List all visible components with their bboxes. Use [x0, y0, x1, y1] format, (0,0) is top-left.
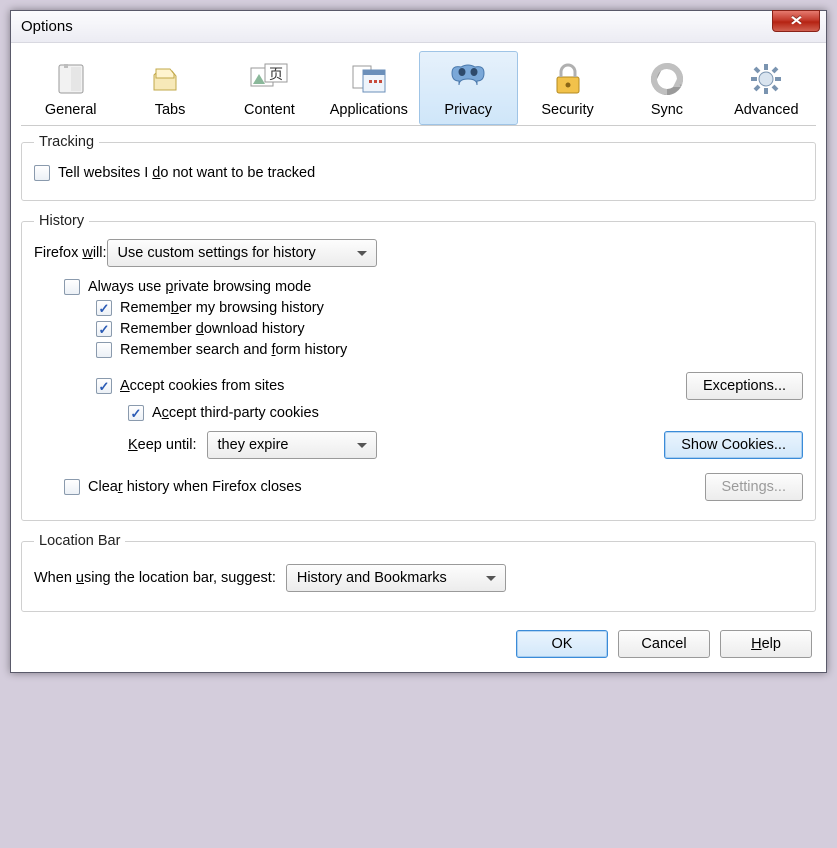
tab-general-label: General	[45, 102, 97, 118]
keep-until-combo[interactable]: they expire	[207, 431, 377, 459]
close-button[interactable]: ✕	[772, 10, 820, 32]
tab-tabs-label: Tabs	[155, 102, 186, 118]
tab-security[interactable]: Security	[518, 51, 617, 125]
remember-download-label: Remember download history	[120, 321, 305, 337]
general-icon	[50, 58, 92, 100]
tab-sync-label: Sync	[651, 102, 683, 118]
tab-advanced-label: Advanced	[734, 102, 799, 118]
accept-cookies-label: Accept cookies from sites	[120, 378, 284, 394]
dialog-footer: OK Cancel Help	[21, 624, 816, 662]
clear-settings-button: Settings...	[705, 473, 803, 501]
tab-sync[interactable]: Sync	[617, 51, 716, 125]
tab-advanced[interactable]: Advanced	[717, 51, 816, 125]
clear-on-close-label: Clear history when Firefox closes	[88, 479, 302, 495]
close-icon: ✕	[789, 13, 803, 29]
dialog-content: General Tabs 页 Content Applications	[11, 43, 826, 672]
tab-content[interactable]: 页 Content	[220, 51, 319, 125]
keep-until-label: Keep until:	[128, 437, 197, 453]
tab-applications-label: Applications	[330, 102, 408, 118]
history-legend: History	[34, 213, 89, 229]
remember-form-label: Remember search and form history	[120, 342, 347, 358]
cancel-button[interactable]: Cancel	[618, 630, 710, 658]
show-cookies-button[interactable]: Show Cookies...	[664, 431, 803, 459]
tell-websites-label: Tell websites I do not want to be tracke…	[58, 165, 315, 181]
always-private-checkbox[interactable]	[64, 279, 80, 295]
titlebar[interactable]: Options ✕	[11, 11, 826, 43]
help-button[interactable]: Help	[720, 630, 812, 658]
privacy-icon	[447, 58, 489, 100]
exceptions-button[interactable]: Exceptions...	[686, 372, 803, 400]
tab-content-label: Content	[244, 102, 295, 118]
accept-third-party-label: Accept third-party cookies	[152, 405, 319, 421]
location-suggest-combo[interactable]: History and Bookmarks	[286, 564, 506, 592]
history-mode-combo[interactable]: Use custom settings for history	[107, 239, 377, 267]
security-icon	[547, 58, 589, 100]
tab-general[interactable]: General	[21, 51, 120, 125]
remember-download-checkbox[interactable]	[96, 321, 112, 337]
sync-icon	[646, 58, 688, 100]
accept-third-party-checkbox[interactable]	[128, 405, 144, 421]
history-group: History Firefox will: Use custom setting…	[21, 213, 816, 521]
svg-text:页: 页	[269, 66, 283, 82]
firefox-will-label: Firefox will:	[34, 245, 107, 261]
options-dialog: Options ✕ General Tabs 页 Content	[10, 10, 827, 673]
clear-on-close-checkbox[interactable]	[64, 479, 80, 495]
category-toolbar: General Tabs 页 Content Applications	[21, 51, 816, 126]
remember-browsing-label: Remember my browsing history	[120, 300, 324, 316]
window-title: Options	[21, 18, 73, 35]
tab-security-label: Security	[541, 102, 593, 118]
tracking-legend: Tracking	[34, 134, 99, 150]
tell-websites-checkbox[interactable]	[34, 165, 50, 181]
tab-applications[interactable]: Applications	[319, 51, 418, 125]
location-suggest-label: When using the location bar, suggest:	[34, 570, 276, 586]
tab-privacy[interactable]: Privacy	[419, 51, 518, 125]
accept-cookies-checkbox[interactable]	[96, 378, 112, 394]
location-bar-legend: Location Bar	[34, 533, 125, 549]
always-private-label: Always use private browsing mode	[88, 279, 311, 295]
advanced-icon	[745, 58, 787, 100]
tab-privacy-label: Privacy	[444, 102, 492, 118]
tabs-icon	[149, 58, 191, 100]
applications-icon	[348, 58, 390, 100]
location-bar-group: Location Bar When using the location bar…	[21, 533, 816, 612]
remember-form-checkbox[interactable]	[96, 342, 112, 358]
ok-button[interactable]: OK	[516, 630, 608, 658]
remember-browsing-checkbox[interactable]	[96, 300, 112, 316]
tab-tabs[interactable]: Tabs	[120, 51, 219, 125]
content-icon: 页	[248, 58, 290, 100]
tracking-group: Tracking Tell websites I do not want to …	[21, 134, 816, 201]
